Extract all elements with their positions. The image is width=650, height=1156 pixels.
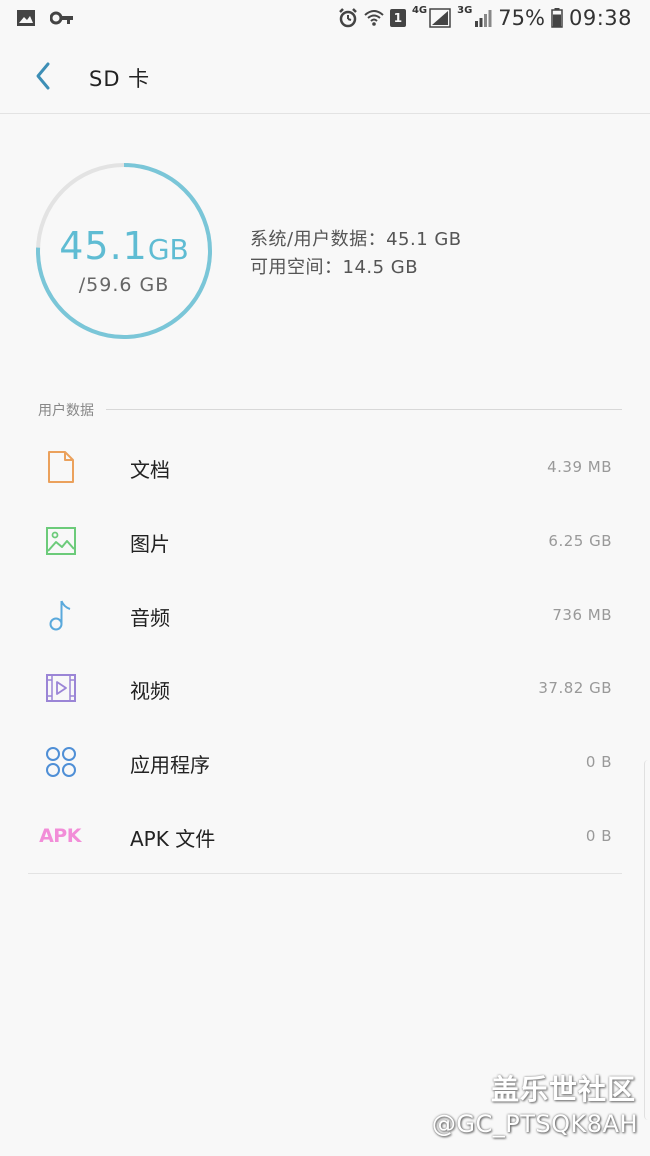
section-label: 用户数据 — [38, 400, 106, 420]
user-data-section-header: 用户数据 — [38, 400, 622, 420]
back-button[interactable] — [26, 58, 62, 94]
app-bar: SD 卡 — [0, 38, 650, 114]
category-label: 视频 — [130, 679, 170, 704]
alarm-icon — [339, 8, 357, 28]
music-note-icon — [43, 598, 79, 632]
category-size: 736 MB — [552, 605, 612, 624]
category-label: 图片 — [130, 531, 170, 556]
apk-icon-text: APK — [39, 824, 81, 847]
system-user-data-text: 系统/用户数据：45.1 GB — [250, 229, 462, 250]
category-documents[interactable]: 文档 4.39 MB — [28, 430, 622, 504]
category-label: 应用程序 — [130, 753, 210, 778]
watermark-handle: @GC_PTSQK8AH — [431, 1110, 638, 1138]
watermark-brand: 盖乐世社区 — [490, 1073, 636, 1106]
category-size: 37.82 GB — [538, 679, 612, 698]
category-size: 0 B — [585, 826, 612, 845]
category-audio[interactable]: 音频 736 MB — [28, 578, 622, 652]
back-arrow-icon — [36, 62, 50, 90]
category-list: 文档 4.39 MB 图片 6.25 GB 音频 736 MB 视频 37.82… — [28, 430, 622, 874]
apps-icon — [43, 745, 79, 779]
edge-panel-handle[interactable] — [644, 760, 650, 1120]
used-storage-unit: GB — [147, 233, 189, 266]
clock: 09:38 — [568, 6, 632, 30]
category-applications[interactable]: 应用程序 0 B — [28, 725, 622, 799]
category-label: APK 文件 — [130, 826, 216, 851]
category-video[interactable]: 视频 37.82 GB — [28, 651, 622, 725]
section-divider — [38, 409, 622, 410]
network-3g-label: 3G — [457, 4, 473, 16]
battery-icon — [551, 8, 563, 28]
category-apk-files[interactable]: APK APK 文件 0 B — [28, 799, 622, 873]
document-icon — [43, 450, 79, 484]
video-icon — [43, 671, 79, 705]
category-size: 0 B — [585, 753, 612, 772]
apk-icon: APK — [38, 819, 82, 853]
sim-slot-badge: 1 — [389, 9, 406, 27]
used-storage-value: 45.1 — [59, 224, 148, 268]
signal-3g-icon — [475, 10, 492, 27]
status-bar: 1 4G 3G 75% 09:38 — [0, 0, 650, 38]
storage-info: 系统/用户数据：45.1 GB 可用空间：14.5 GB — [250, 226, 462, 282]
gallery-notification-icon — [17, 10, 35, 26]
category-size: 4.39 MB — [547, 458, 612, 476]
vpn-key-icon — [50, 11, 73, 25]
page-title: SD 卡 — [89, 67, 151, 91]
image-icon — [43, 524, 79, 558]
category-label: 音频 — [130, 605, 170, 630]
available-space-text: 可用空间：14.5 GB — [250, 257, 419, 278]
category-images[interactable]: 图片 6.25 GB — [28, 504, 622, 578]
battery-percent: 75% — [498, 6, 545, 30]
wifi-icon — [364, 10, 384, 26]
network-4g-label: 4G — [411, 4, 428, 16]
used-storage: 45.1GB — [34, 224, 214, 268]
category-size: 6.25 GB — [548, 531, 612, 550]
category-label: 文档 — [130, 458, 170, 482]
signal-4g-icon — [429, 8, 451, 28]
total-storage: /59.6 GB — [78, 274, 170, 296]
